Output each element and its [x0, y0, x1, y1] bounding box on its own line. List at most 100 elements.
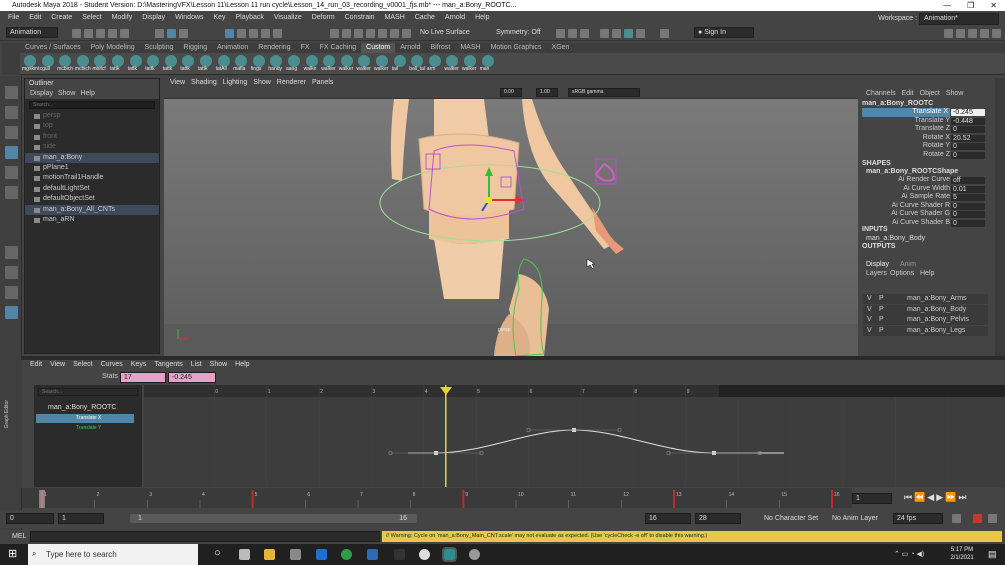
display-layer-row[interactable]: V Pman_a:Bony_Legs — [863, 325, 988, 336]
menu-visualize[interactable]: Visualize — [274, 14, 302, 21]
cb-menu-edit[interactable]: Edit — [902, 90, 914, 97]
layer-visibility-toggle[interactable]: V — [867, 305, 872, 315]
shelf-tab-animation[interactable]: Animation — [212, 43, 253, 53]
save-scene-icon[interactable] — [96, 29, 105, 38]
sign-in-button[interactable]: ● Sign In — [694, 27, 754, 38]
colorspace-dropdown[interactable]: sRGB gamma — [568, 88, 640, 97]
graph-view[interactable]: 01234567891011121314 — [144, 385, 1005, 487]
channel-row[interactable]: Ai Curve Shader R0 — [860, 202, 995, 211]
close-icon[interactable]: ✕ — [990, 1, 997, 10]
layer-visibility-toggle[interactable]: V — [867, 315, 872, 325]
layer-playback-toggle[interactable]: P — [879, 315, 884, 325]
outliner-item[interactable]: man_a:Bony_All_CNTs — [25, 204, 159, 215]
cb-input-node[interactable]: man_a:Bony_Body — [866, 235, 925, 242]
anim-prefs-icon[interactable] — [988, 514, 997, 523]
channel-value[interactable]: -0.448 — [951, 117, 985, 125]
mail-icon[interactable] — [316, 549, 327, 560]
ge-menu-show[interactable]: Show — [210, 361, 228, 368]
channel-row[interactable]: Rotate X 20.52 — [860, 134, 995, 143]
fps-dropdown[interactable]: 24 fps — [893, 513, 943, 524]
channel-value[interactable]: 0 — [951, 202, 985, 210]
outliner-menu-help[interactable]: Help — [80, 90, 94, 97]
menu-key[interactable]: Key — [213, 14, 225, 21]
modeling-toolkit-icon[interactable] — [944, 29, 953, 38]
outliner-item[interactable]: defaultLightSet — [25, 184, 159, 194]
symmetry-field[interactable]: Symmetry: Off — [492, 27, 546, 38]
menu-mash[interactable]: MASH — [385, 14, 405, 21]
shelf-tab-poly[interactable]: Poly Modeling — [86, 43, 140, 53]
translate-x-curve[interactable] — [408, 429, 784, 454]
shelf-tab-xgen[interactable]: XGen — [547, 43, 575, 53]
layout-icon[interactable] — [378, 29, 387, 38]
loop-icon[interactable] — [952, 514, 961, 523]
new-scene-icon[interactable] — [72, 29, 81, 38]
playback-controls[interactable]: ⏮⏪◀▶⏩⏭ — [904, 492, 968, 503]
menuset-dropdown[interactable]: Animation — [6, 27, 58, 38]
outliner-item[interactable]: persp — [25, 111, 159, 121]
outliner-search-input[interactable]: Search... — [29, 101, 155, 109]
render-icon[interactable] — [556, 29, 565, 38]
viewport-persp[interactable]: View Shading Lighting Show Renderer Panels 0.… — [164, 78, 858, 356]
channel-row[interactable]: Rotate Z0 — [860, 151, 995, 160]
layer-menu-options[interactable]: Options — [890, 270, 914, 277]
ge-menu-select[interactable]: Select — [73, 361, 92, 368]
outliner-item[interactable]: side — [25, 142, 159, 152]
channel-row[interactable]: Ai Render Curve off — [860, 176, 995, 185]
menu-display[interactable]: Display — [142, 14, 165, 21]
menu-deform[interactable]: Deform — [312, 14, 335, 21]
maya-icon[interactable] — [442, 547, 457, 562]
channel-row[interactable]: Rotate Y0 — [860, 142, 995, 151]
maximize-icon[interactable]: ❐ — [967, 1, 974, 10]
notification-icon[interactable]: ▤ — [988, 549, 997, 560]
menu-create[interactable]: Create — [51, 14, 72, 21]
channel-row[interactable]: Ai Curve Width 0.01 — [860, 185, 995, 194]
render-view-icon[interactable] — [612, 29, 621, 38]
paint-select-icon[interactable] — [5, 126, 18, 139]
cb-menu-channels[interactable]: Channels — [866, 90, 896, 97]
move-tool-icon[interactable] — [5, 146, 18, 159]
outliner-item[interactable]: front — [25, 132, 159, 142]
shelf-tab-mash[interactable]: MASH — [455, 43, 485, 53]
viewport-scene[interactable]: persp — [164, 99, 858, 356]
shelf-tab-arnold[interactable]: Arnold — [395, 43, 425, 53]
taskbar-time[interactable]: 5:17 PM — [946, 546, 978, 554]
word-icon[interactable] — [367, 549, 378, 560]
obs-icon[interactable] — [469, 549, 480, 560]
magnet-icon[interactable] — [366, 29, 375, 38]
ge-menu-tangents[interactable]: Tangents — [154, 361, 182, 368]
vp-menu-shading[interactable]: Shading — [191, 79, 217, 86]
exposure-field[interactable]: 0.00 — [500, 88, 522, 97]
select-tool-icon[interactable] — [5, 86, 18, 99]
davinci-icon[interactable] — [419, 549, 430, 560]
io-icon[interactable] — [342, 29, 351, 38]
auto-key-icon[interactable] — [973, 514, 982, 523]
render-setup-icon[interactable] — [636, 29, 645, 38]
shelf-tab-rigging[interactable]: Rigging — [178, 43, 212, 53]
select-hierarchy-icon[interactable] — [155, 29, 164, 38]
channel-value[interactable]: 5 — [951, 194, 985, 201]
channel-row[interactable]: Translate Y -0.448 — [860, 117, 995, 126]
taskbar-date[interactable]: 2/1/2021 — [946, 554, 978, 562]
shelf-options-icon[interactable] — [2, 43, 20, 75]
tools-icon[interactable] — [390, 29, 399, 38]
shelf-tab-fx[interactable]: FX — [296, 43, 315, 53]
single-view-icon[interactable] — [5, 246, 18, 259]
current-frame-field[interactable]: 1 — [852, 493, 892, 504]
cortana-icon[interactable]: ○ — [214, 547, 221, 559]
range-bar[interactable]: 1 16 — [130, 514, 417, 523]
ge-search-input[interactable]: Search... — [38, 388, 138, 396]
tool-settings-icon[interactable] — [980, 29, 989, 38]
ge-menu-list[interactable]: List — [191, 361, 202, 368]
shelf-tab-custom[interactable]: Custom — [361, 43, 396, 53]
outliner-menu-display[interactable]: Display — [30, 90, 53, 97]
current-time-indicator[interactable] — [39, 490, 45, 508]
channel-value[interactable]: 0 — [951, 143, 985, 150]
workspace-dropdown[interactable]: Animation* — [919, 13, 999, 25]
vp-menu-renderer[interactable]: Renderer — [277, 79, 306, 86]
menu-edit[interactable]: Edit — [29, 14, 41, 21]
shelf-tab-rendering[interactable]: Rendering — [253, 43, 295, 53]
ge-node-row[interactable]: man_a:Bony_ROOTC — [48, 404, 116, 411]
channel-value[interactable]: 0 — [951, 126, 985, 133]
display-layer-row[interactable]: V Pman_a:Bony_Body — [863, 304, 988, 315]
shelf-tab-motion-graphics[interactable]: Motion Graphics — [486, 43, 547, 53]
